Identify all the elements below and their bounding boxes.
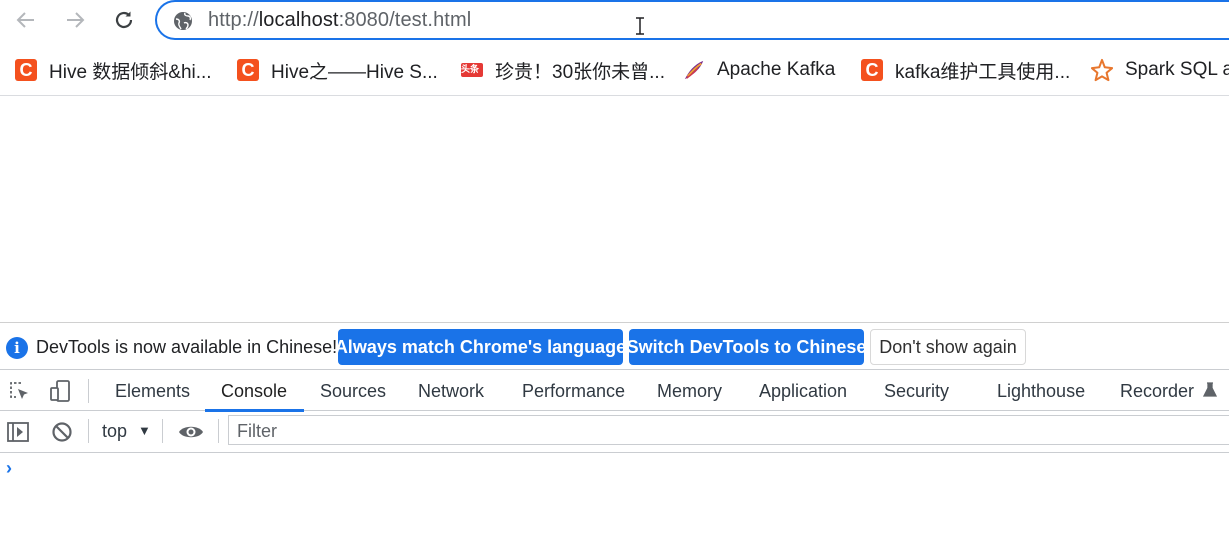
back-button[interactable] bbox=[12, 6, 40, 34]
bookmark-item[interactable]: Apache Kafka bbox=[683, 57, 835, 83]
forward-button[interactable] bbox=[61, 6, 89, 34]
console-filter-input[interactable]: Filter bbox=[228, 415, 1229, 445]
url-host: localhost bbox=[258, 9, 339, 31]
toolbar-separator bbox=[218, 419, 219, 443]
tab-memory[interactable]: Memory bbox=[657, 370, 722, 410]
tab-lighthouse[interactable]: Lighthouse bbox=[997, 370, 1085, 410]
tab-security[interactable]: Security bbox=[884, 370, 949, 410]
tab-network[interactable]: Network bbox=[418, 370, 484, 410]
sidebar-toggle-icon bbox=[7, 422, 29, 442]
console-toolbar: top ▼ Filter bbox=[0, 411, 1229, 453]
arrow-right-icon bbox=[67, 12, 85, 28]
url-text[interactable]: http://localhost:8080/test.html bbox=[208, 9, 471, 32]
experiment-flask-icon bbox=[1202, 382, 1218, 397]
toolbar-separator bbox=[162, 419, 163, 443]
always-match-language-button[interactable]: Always match Chrome's language bbox=[335, 329, 626, 365]
tab-sources[interactable]: Sources bbox=[320, 370, 386, 410]
csdn-c-icon: C bbox=[15, 59, 37, 81]
tab-recorder-label: Recorder bbox=[1120, 381, 1195, 401]
bookmark-item[interactable]: Spark SQL a bbox=[1091, 57, 1229, 83]
clear-console-button[interactable] bbox=[49, 419, 75, 445]
dropdown-triangle-icon: ▼ bbox=[138, 423, 151, 438]
eye-icon bbox=[179, 426, 203, 438]
devtools-panel: i DevTools is now available in Chinese! … bbox=[0, 322, 1229, 559]
block-icon bbox=[52, 422, 72, 442]
bookmark-label: Hive之——Hive S... bbox=[271, 61, 438, 83]
inspect-element-button[interactable] bbox=[6, 378, 32, 404]
text-cursor-icon bbox=[636, 17, 644, 35]
toolbar-separator bbox=[88, 379, 89, 403]
toutiao-icon: 头条 bbox=[461, 59, 483, 81]
bookmark-label: kafka维护工具使用... bbox=[895, 61, 1071, 83]
infobar-message: DevTools is now available in Chinese! bbox=[36, 337, 338, 357]
context-selector[interactable]: top ▼ bbox=[102, 421, 151, 442]
url-path: :8080/test.html bbox=[338, 9, 472, 31]
bookmark-item[interactable]: 头条 珍贵！30张你未曾... bbox=[461, 57, 665, 83]
console-prompt[interactable]: › bbox=[6, 458, 12, 479]
address-bar[interactable]: http://localhost:8080/test.html bbox=[155, 0, 1229, 40]
devtools-tabbar: Elements Console Sources Network Perform… bbox=[0, 369, 1229, 412]
url-scheme: http:// bbox=[208, 9, 259, 31]
show-sidebar-button[interactable] bbox=[5, 419, 31, 445]
dont-show-again-button[interactable]: Don't show again bbox=[870, 329, 1026, 365]
spark-star-icon bbox=[1091, 58, 1113, 82]
device-toolbar-button[interactable] bbox=[47, 378, 73, 404]
csdn-c-icon: C bbox=[237, 59, 259, 81]
bookmark-item[interactable]: C Hive之——Hive S... bbox=[237, 57, 438, 83]
csdn-c-icon: C bbox=[861, 59, 883, 81]
switch-to-chinese-button[interactable]: Switch DevTools to Chinese bbox=[627, 329, 866, 365]
tab-recorder[interactable]: Recorder bbox=[1120, 370, 1218, 410]
browser-toolbar: http://localhost:8080/test.html bbox=[0, 0, 1229, 44]
bookmark-label: Apache Kafka bbox=[717, 59, 836, 80]
filter-placeholder: Filter bbox=[237, 421, 277, 441]
tab-console[interactable]: Console bbox=[221, 370, 287, 410]
bookmark-label: Spark SQL a bbox=[1125, 59, 1229, 80]
reload-button[interactable] bbox=[110, 6, 138, 34]
inspect-icon bbox=[10, 382, 28, 399]
bookmark-item[interactable]: C Hive 数据倾斜&hi... bbox=[15, 57, 212, 83]
tab-application[interactable]: Application bbox=[759, 370, 847, 410]
kafka-feather-icon bbox=[683, 59, 705, 81]
tab-performance[interactable]: Performance bbox=[522, 370, 625, 410]
live-expression-button[interactable] bbox=[177, 419, 205, 445]
arrow-left-icon bbox=[16, 12, 34, 28]
info-icon: i bbox=[6, 337, 28, 359]
bookmarks-bar: C Hive 数据倾斜&hi... C Hive之——Hive S... 头条 … bbox=[0, 48, 1229, 92]
bookmark-label: Hive 数据倾斜&hi... bbox=[49, 61, 212, 83]
bookmark-label: 珍贵！30张你未曾... bbox=[495, 61, 665, 83]
globe-icon bbox=[174, 12, 192, 30]
toutiao-badge: 头条 bbox=[461, 63, 483, 77]
console-input-area[interactable] bbox=[24, 453, 1224, 553]
context-label: top bbox=[102, 421, 128, 441]
bookmark-item[interactable]: C kafka维护工具使用... bbox=[861, 57, 1070, 83]
reload-icon bbox=[115, 11, 133, 29]
device-icon bbox=[50, 380, 70, 402]
page-viewport[interactable] bbox=[0, 96, 1229, 322]
tab-elements[interactable]: Elements bbox=[115, 370, 190, 410]
toolbar-separator bbox=[88, 419, 89, 443]
language-infobar: i DevTools is now available in Chinese! … bbox=[0, 323, 1229, 369]
